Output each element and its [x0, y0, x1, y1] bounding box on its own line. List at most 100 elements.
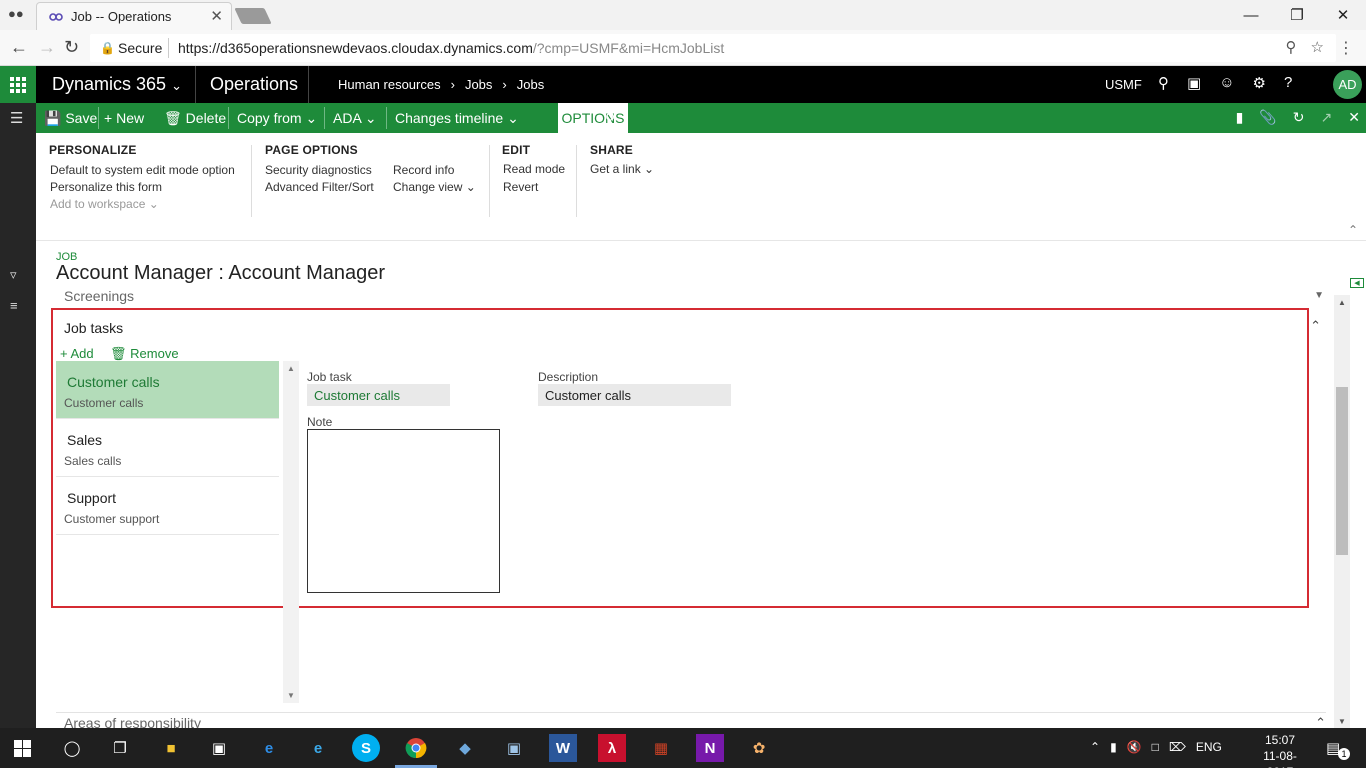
personalize-form-option[interactable]: Personalize this form	[50, 180, 162, 194]
browser-menu-icon[interactable]: ⋮	[1338, 38, 1354, 58]
chevron-down-icon[interactable]: ▼	[1314, 290, 1324, 301]
module-name[interactable]: Operations	[210, 74, 298, 95]
action-search-icon[interactable]: ⚲	[605, 110, 615, 127]
search-icon[interactable]: ⚲	[1158, 74, 1169, 92]
revert-option[interactable]: Revert	[503, 180, 538, 194]
volume-muted-icon[interactable]: 🔇	[1127, 740, 1142, 754]
ada-button[interactable]: ADA ⌄	[333, 110, 377, 127]
delete-button[interactable]: 🗑 Delete	[164, 110, 226, 127]
default-edit-mode-option[interactable]: Default to system edit mode option	[50, 163, 235, 177]
attachment-icon[interactable]: 📎	[1259, 109, 1276, 126]
save-button[interactable]: 💾 Save	[44, 110, 97, 127]
job-task-field[interactable]: Customer calls	[307, 384, 450, 406]
scroll-down-icon[interactable]: ▼	[1338, 717, 1346, 726]
change-view-option[interactable]: Change view ⌄	[393, 180, 476, 194]
list-item[interactable]: Support Customer support	[56, 477, 279, 535]
word-icon[interactable]: W	[549, 734, 577, 762]
office-icon[interactable]: ▮	[1236, 109, 1244, 126]
bookmark-star-icon[interactable]: ☆	[1311, 38, 1324, 56]
avatar[interactable]: AD	[1333, 70, 1362, 99]
side-panel-toggle-icon[interactable]: ◀	[1350, 278, 1364, 288]
refresh-icon[interactable]: ↻	[1293, 109, 1305, 126]
acrobat-icon[interactable]: λ	[598, 734, 626, 762]
address-bar[interactable]: 🔒 Secure https://d365operationsnewdevaos…	[90, 34, 1336, 62]
archive-app-icon[interactable]: ▦	[647, 734, 675, 762]
fasttab-job-tasks[interactable]: Job tasks	[64, 320, 123, 336]
page-scrollbar[interactable]: ▲ ▼	[1334, 295, 1350, 728]
chrome-icon[interactable]	[402, 734, 430, 762]
task-view-icon[interactable]: ❐	[106, 734, 134, 762]
hamburger-menu-icon[interactable]: ☰	[10, 109, 23, 127]
filter-icon[interactable]: ▿	[10, 267, 17, 283]
add-task-button[interactable]: + Add	[60, 346, 94, 361]
get-a-link-option[interactable]: Get a link ⌄	[590, 162, 654, 176]
app-launcher-waffle-icon[interactable]	[0, 66, 36, 103]
read-mode-option[interactable]: Read mode	[503, 162, 565, 176]
list-item[interactable]: Customer calls Customer calls	[56, 361, 279, 419]
ada-label: ADA	[333, 110, 362, 126]
vm-app-icon[interactable]: ◆	[451, 734, 479, 762]
windows-start-icon[interactable]	[14, 740, 31, 757]
restore-icon[interactable]: ❐	[1274, 0, 1320, 30]
close-form-icon[interactable]: ✕	[1348, 109, 1360, 126]
cortana-search-icon[interactable]: ◯	[58, 734, 86, 762]
scroll-up-icon[interactable]: ▲	[1338, 298, 1346, 307]
back-arrow-icon[interactable]: ←	[10, 37, 28, 58]
chevron-up-icon[interactable]: ⌃	[1090, 740, 1100, 754]
copy-from-button[interactable]: Copy from ⌄	[237, 110, 317, 127]
breadcrumb-human-resources[interactable]: Human resources	[338, 77, 441, 92]
tab-options[interactable]: OPTIONS	[558, 103, 628, 133]
lock-icon: 🔒	[100, 41, 115, 55]
advanced-filter-option[interactable]: Advanced Filter/Sort	[265, 180, 374, 194]
list-scrollbar[interactable]: ▲ ▼	[283, 361, 299, 703]
gear-icon[interactable]: ⚙	[1253, 74, 1266, 92]
new-tab-button[interactable]	[234, 8, 272, 24]
note-textarea[interactable]	[307, 429, 500, 593]
skype-icon[interactable]: S	[352, 734, 380, 762]
remove-task-button[interactable]: 🗑 Remove	[110, 346, 179, 362]
description-field[interactable]: Customer calls	[538, 384, 731, 406]
close-tab-icon[interactable]: ✕	[210, 7, 223, 25]
list-icon[interactable]: ≡	[10, 298, 18, 313]
list-item[interactable]: Sales Sales calls	[56, 419, 279, 477]
language-indicator[interactable]: ENG	[1196, 740, 1222, 754]
feedback-smiley-icon[interactable]: ☺	[1219, 74, 1234, 92]
new-button[interactable]: + New	[104, 110, 144, 126]
breadcrumb-jobs[interactable]: Jobs	[517, 77, 544, 92]
minimize-icon[interactable]: —	[1228, 0, 1274, 30]
scroll-up-icon[interactable]: ▲	[287, 364, 295, 373]
security-diagnostics-option[interactable]: Security diagnostics	[265, 163, 372, 177]
breadcrumb-jobs-module[interactable]: Jobs	[465, 77, 492, 92]
store-icon[interactable]: ▣	[205, 734, 233, 762]
remote-desktop-icon[interactable]: ▣	[500, 734, 528, 762]
company-picker[interactable]: USMF	[1105, 77, 1142, 92]
scrollbar-thumb[interactable]	[1336, 387, 1348, 555]
power-icon[interactable]: ▮	[1110, 740, 1117, 754]
network-icon[interactable]: □	[1152, 740, 1159, 754]
clock[interactable]: 15:07 11-08-2017	[1250, 732, 1310, 780]
internet-explorer-icon[interactable]: e	[304, 734, 332, 762]
help-icon[interactable]: ?	[1284, 74, 1292, 92]
add-to-workspace-option[interactable]: Add to workspace ⌄	[50, 197, 159, 211]
scroll-down-icon[interactable]: ▼	[287, 691, 295, 700]
zoom-icon[interactable]: ⚲	[1286, 38, 1297, 56]
close-window-icon[interactable]: ✕	[1320, 0, 1366, 30]
url-text[interactable]: https://d365operationsnewdevaos.cloudax.…	[178, 40, 724, 56]
app-name[interactable]: Dynamics 365 ⌄	[52, 74, 182, 95]
collapse-ribbon-icon[interactable]: ⌃	[1348, 223, 1358, 237]
fasttab-screenings[interactable]: Screenings	[64, 288, 134, 304]
file-explorer-icon[interactable]: ■	[157, 734, 185, 762]
record-info-option[interactable]: Record info	[393, 163, 454, 177]
onenote-icon[interactable]: N	[696, 734, 724, 762]
clock-time: 15:07	[1264, 733, 1296, 747]
edge-icon[interactable]: e	[255, 734, 283, 762]
browser-tab[interactable]: Job -- Operations ✕	[36, 2, 232, 30]
changes-timeline-button[interactable]: Changes timeline ⌄	[395, 110, 519, 127]
message-icon[interactable]: ▣	[1187, 74, 1201, 92]
wifi-icon[interactable]: ⌦	[1169, 740, 1186, 754]
reload-icon[interactable]: ↻	[64, 37, 79, 58]
forward-arrow-icon[interactable]: →	[38, 37, 56, 58]
open-new-window-icon[interactable]: ↗	[1321, 109, 1333, 126]
chevron-up-icon[interactable]: ⌃	[1310, 318, 1321, 334]
paint-icon[interactable]: ✿	[745, 734, 773, 762]
